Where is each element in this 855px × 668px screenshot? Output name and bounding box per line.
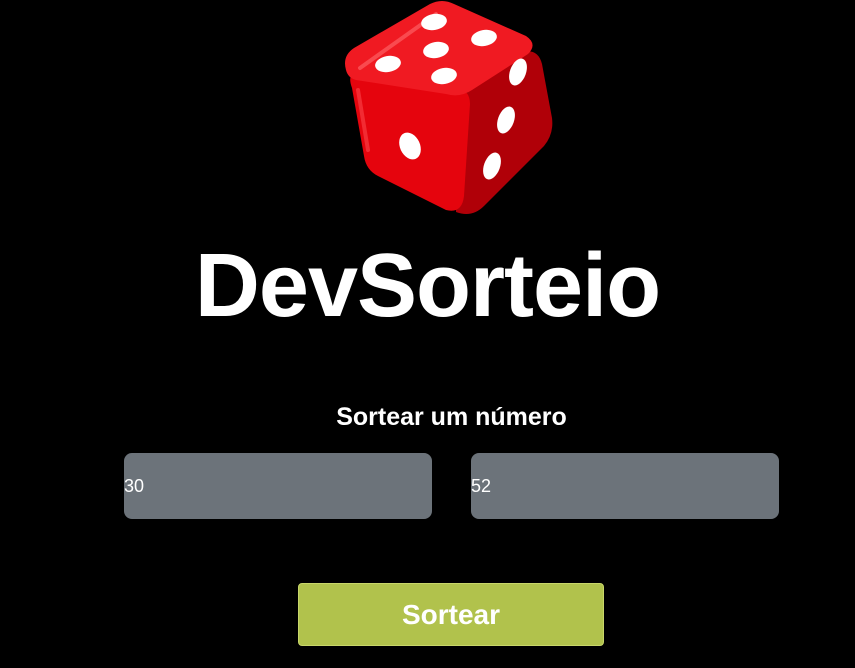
page: DevSorteio Sortear um número Sortear — [0, 0, 855, 668]
dice-icon — [345, 1, 553, 215]
app-title: DevSorteio — [194, 236, 661, 336]
draw-form-heading: Sortear um número — [336, 403, 567, 431]
max-number-input[interactable] — [471, 453, 779, 519]
min-number-input[interactable] — [124, 453, 432, 519]
draw-button[interactable]: Sortear — [298, 583, 604, 646]
